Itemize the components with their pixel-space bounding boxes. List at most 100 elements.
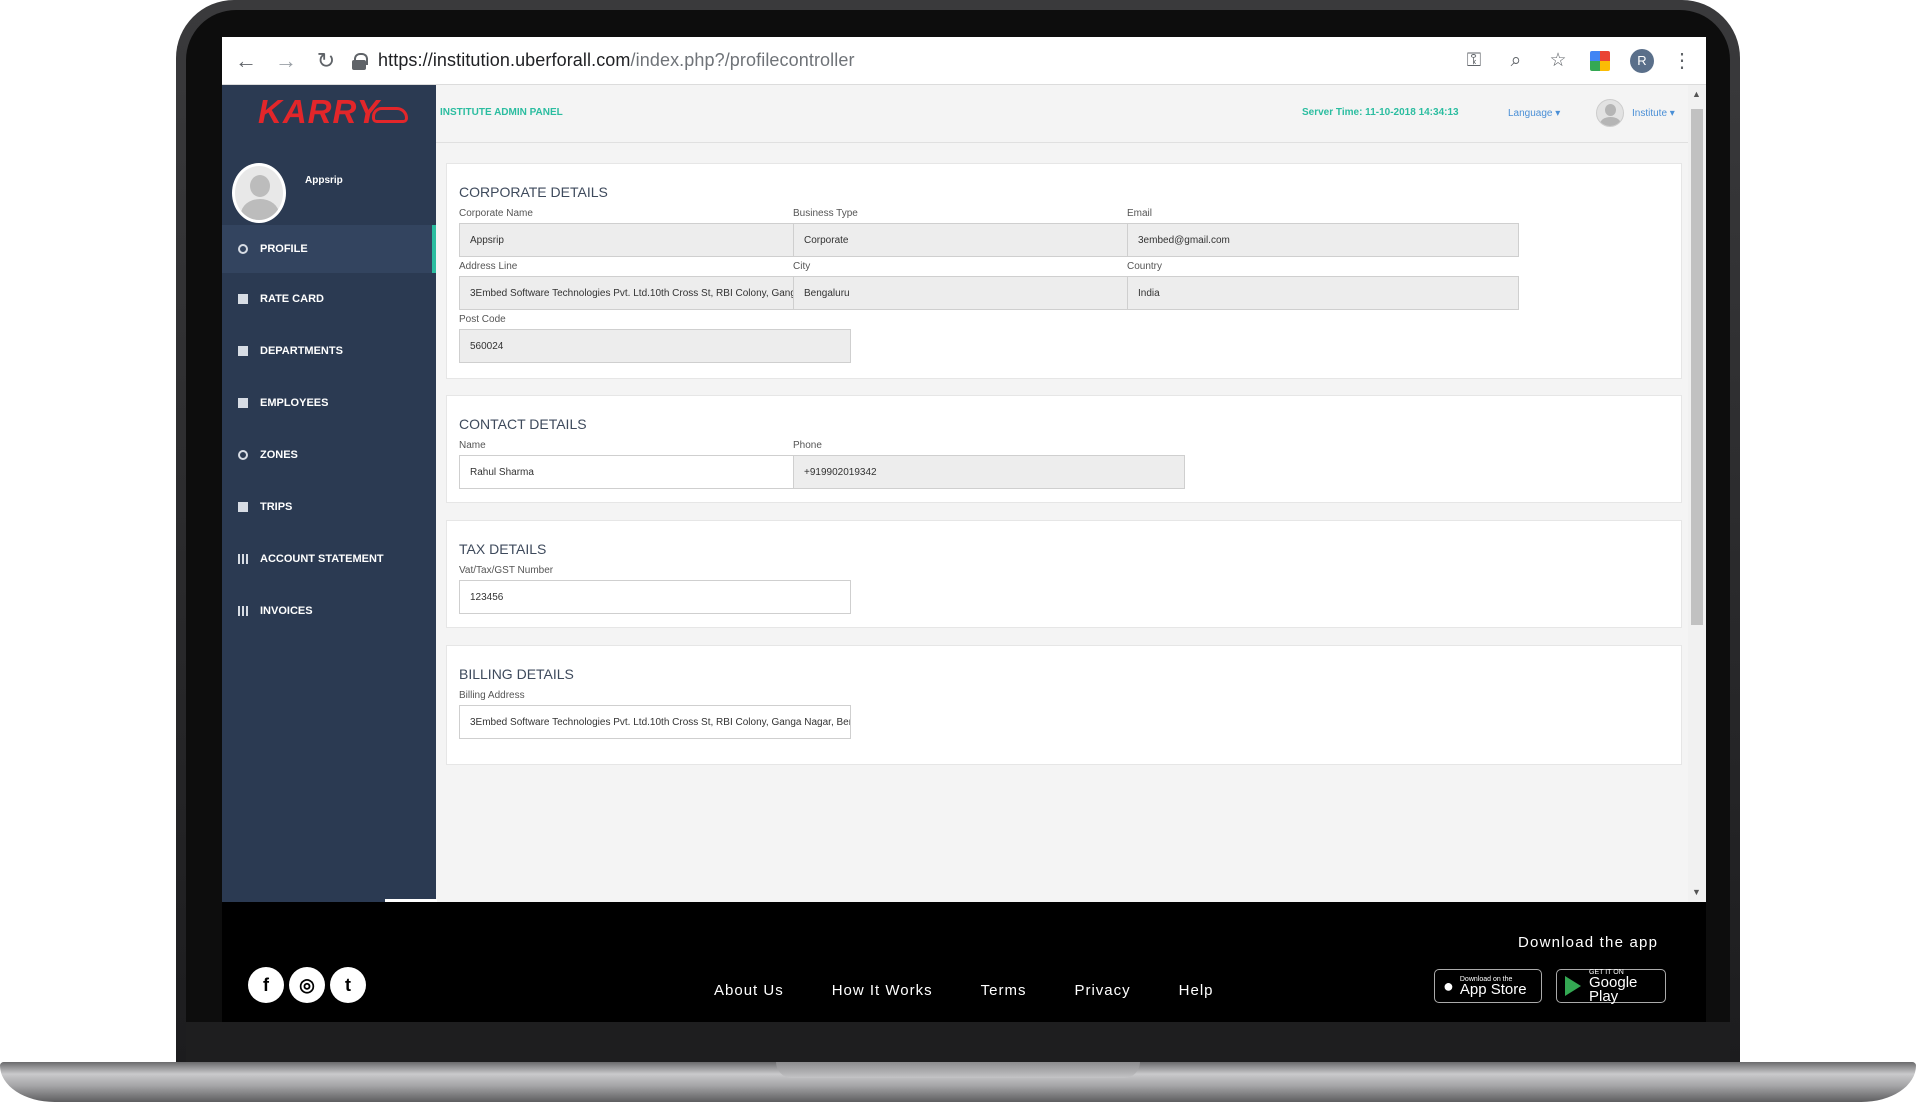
user-name: Appsrip bbox=[305, 175, 343, 186]
tax-details-title: TAX DETAILS bbox=[459, 541, 547, 557]
google-play-button[interactable]: GET IT ON Google Play bbox=[1556, 969, 1666, 1005]
vat-field[interactable]: 123456 bbox=[459, 580, 851, 614]
app: KARRY Appsrip PROFILE RATE CARD DEPARTME… bbox=[222, 85, 1706, 902]
phone-label: Phone bbox=[793, 440, 822, 451]
car-logo-icon bbox=[372, 107, 408, 123]
rate-card-icon bbox=[238, 294, 248, 304]
profile-icon bbox=[238, 244, 248, 254]
corporate-details-title: CORPORATE DETAILS bbox=[459, 184, 608, 200]
postcode-field[interactable]: 560024 bbox=[459, 329, 851, 363]
billing-address-field[interactable]: 3Embed Software Technologies Pvt. Ltd.10… bbox=[459, 705, 851, 739]
back-arrow-icon[interactable]: ← bbox=[226, 41, 266, 81]
sidebar-menu: PROFILE RATE CARD DEPARTMENTS EMPLOYEES … bbox=[222, 225, 436, 637]
url-host: https://institution.uberforall.com bbox=[378, 50, 631, 70]
billing-address-label: Billing Address bbox=[459, 690, 525, 701]
footer-link-terms[interactable]: Terms bbox=[981, 982, 1027, 999]
footer bbox=[222, 902, 1706, 1022]
tax-details-card: TAX DETAILS Vat/Tax/GST Number 123456 bbox=[446, 520, 1682, 628]
scroll-thumb[interactable] bbox=[1691, 109, 1703, 625]
account-statement-icon bbox=[238, 554, 248, 564]
institute-dropdown[interactable]: Institute ▾ bbox=[1632, 108, 1675, 119]
scroll-down-icon[interactable]: ▼ bbox=[1692, 887, 1701, 897]
profile-content: CORPORATE DETAILS Corporate Name Appsrip… bbox=[436, 143, 1688, 902]
email-field[interactable]: 3embed@gmail.com bbox=[1127, 223, 1519, 257]
sidebar-item-label: EMPLOYEES bbox=[260, 397, 329, 409]
apple-icon: ● bbox=[1443, 975, 1454, 996]
contact-details-card: CONTACT DETAILS Name Rahul Sharma Phone … bbox=[446, 395, 1682, 503]
sidebar-item-invoices[interactable]: INVOICES bbox=[222, 585, 436, 637]
sidebar: KARRY Appsrip PROFILE RATE CARD DEPARTME… bbox=[222, 85, 436, 902]
sidebar-item-account-statement[interactable]: ACCOUNT STATEMENT bbox=[222, 533, 436, 585]
scroll-up-icon[interactable]: ▲ bbox=[1692, 89, 1701, 99]
footer-link-help[interactable]: Help bbox=[1179, 982, 1214, 999]
url-path: /index.php?/profilecontroller bbox=[630, 50, 855, 70]
sidebar-item-rate-card[interactable]: RATE CARD bbox=[222, 273, 436, 325]
sidebar-item-label: RATE CARD bbox=[260, 293, 324, 305]
billing-details-title: BILLING DETAILS bbox=[459, 666, 574, 682]
billing-details-card: BILLING DETAILS Billing Address 3Embed S… bbox=[446, 645, 1682, 765]
sidebar-item-label: INVOICES bbox=[260, 605, 313, 617]
sidebar-item-departments[interactable]: DEPARTMENTS bbox=[222, 325, 436, 377]
instagram-icon[interactable]: ◎ bbox=[289, 967, 325, 1003]
sidebar-item-trips[interactable]: TRIPS bbox=[222, 481, 436, 533]
invoices-icon bbox=[238, 606, 248, 616]
sidebar-item-employees[interactable]: EMPLOYEES bbox=[222, 377, 436, 429]
twitter-icon[interactable]: t bbox=[330, 967, 366, 1003]
corporate-details-card: CORPORATE DETAILS Corporate Name Appsrip… bbox=[446, 163, 1682, 379]
country-label: Country bbox=[1127, 261, 1163, 272]
employees-icon bbox=[238, 398, 248, 408]
sidebar-item-zones[interactable]: ZONES bbox=[222, 429, 436, 481]
google-play-icon bbox=[1565, 976, 1581, 996]
profile-avatar[interactable]: R bbox=[1630, 48, 1654, 73]
country-field[interactable]: India bbox=[1127, 276, 1519, 310]
extension-icon[interactable] bbox=[1588, 49, 1612, 73]
address-bar[interactable]: https://institution.uberforall.com/index… bbox=[352, 41, 1462, 81]
departments-icon bbox=[238, 346, 248, 356]
topbar: INSTITUTE ADMIN PANEL Server Time: 11-10… bbox=[436, 85, 1692, 143]
url-text: https://institution.uberforall.com/index… bbox=[378, 50, 855, 71]
app-store-big-text: App Store bbox=[1459, 980, 1527, 998]
browser-toolbar: ← → ↻ https://institution.uberforall.com… bbox=[222, 37, 1706, 85]
download-app-label: Download the app bbox=[1518, 934, 1659, 951]
sidebar-item-label: ZONES bbox=[260, 449, 298, 461]
language-dropdown[interactable]: Language ▾ bbox=[1508, 108, 1560, 119]
server-time: Server Time: 11-10-2018 14:34:13 bbox=[1302, 107, 1459, 118]
address-label: Address Line bbox=[459, 261, 518, 272]
phone-field[interactable]: +919902019342 bbox=[793, 455, 1185, 489]
zones-icon bbox=[238, 450, 248, 460]
trips-icon bbox=[238, 502, 248, 512]
logo[interactable]: KARRY bbox=[258, 93, 380, 131]
sidebar-item-label: TRIPS bbox=[260, 501, 293, 513]
panel-title: INSTITUTE ADMIN PANEL bbox=[440, 107, 563, 118]
footer-link-about[interactable]: About Us bbox=[714, 982, 784, 999]
business-type-label: Business Type bbox=[793, 208, 858, 219]
laptop-chin bbox=[186, 1022, 1730, 1062]
google-play-big-text: Google Play bbox=[1589, 973, 1638, 1005]
star-icon[interactable]: ☆ bbox=[1546, 49, 1570, 73]
footer-link-how-it-works[interactable]: How It Works bbox=[832, 982, 933, 999]
forward-arrow-icon[interactable]: → bbox=[266, 41, 306, 81]
zoom-icon[interactable]: ⌕ bbox=[1504, 49, 1528, 73]
email-label: Email bbox=[1127, 208, 1153, 219]
lock-icon bbox=[352, 52, 368, 70]
kebab-menu-icon[interactable]: ⋮ bbox=[1672, 48, 1692, 73]
corporate-name-label: Corporate Name bbox=[459, 208, 533, 219]
sidebar-item-profile[interactable]: PROFILE bbox=[222, 225, 436, 273]
user-avatar bbox=[232, 163, 286, 223]
footer-links: About Us How It Works Terms Privacy Help bbox=[714, 982, 1262, 999]
contact-name-label: Name bbox=[459, 440, 486, 451]
footer-link-privacy[interactable]: Privacy bbox=[1074, 982, 1130, 999]
app-store-button[interactable]: ● Download on the App Store bbox=[1434, 969, 1542, 1003]
reload-icon[interactable]: ↻ bbox=[306, 41, 346, 81]
screen: ← → ↻ https://institution.uberforall.com… bbox=[222, 37, 1706, 1022]
page-scrollbar[interactable]: ▲ ▼ bbox=[1688, 85, 1706, 902]
city-label: City bbox=[793, 261, 811, 272]
vat-label: Vat/Tax/GST Number bbox=[459, 565, 554, 576]
facebook-icon[interactable]: f bbox=[248, 967, 284, 1003]
postcode-label: Post Code bbox=[459, 314, 506, 325]
sidebar-item-label: ACCOUNT STATEMENT bbox=[260, 553, 384, 565]
sidebar-item-label: PROFILE bbox=[260, 243, 308, 255]
key-icon[interactable]: ⚿ bbox=[1462, 49, 1486, 73]
institute-avatar[interactable] bbox=[1596, 99, 1624, 127]
sidebar-item-label: DEPARTMENTS bbox=[260, 345, 343, 357]
